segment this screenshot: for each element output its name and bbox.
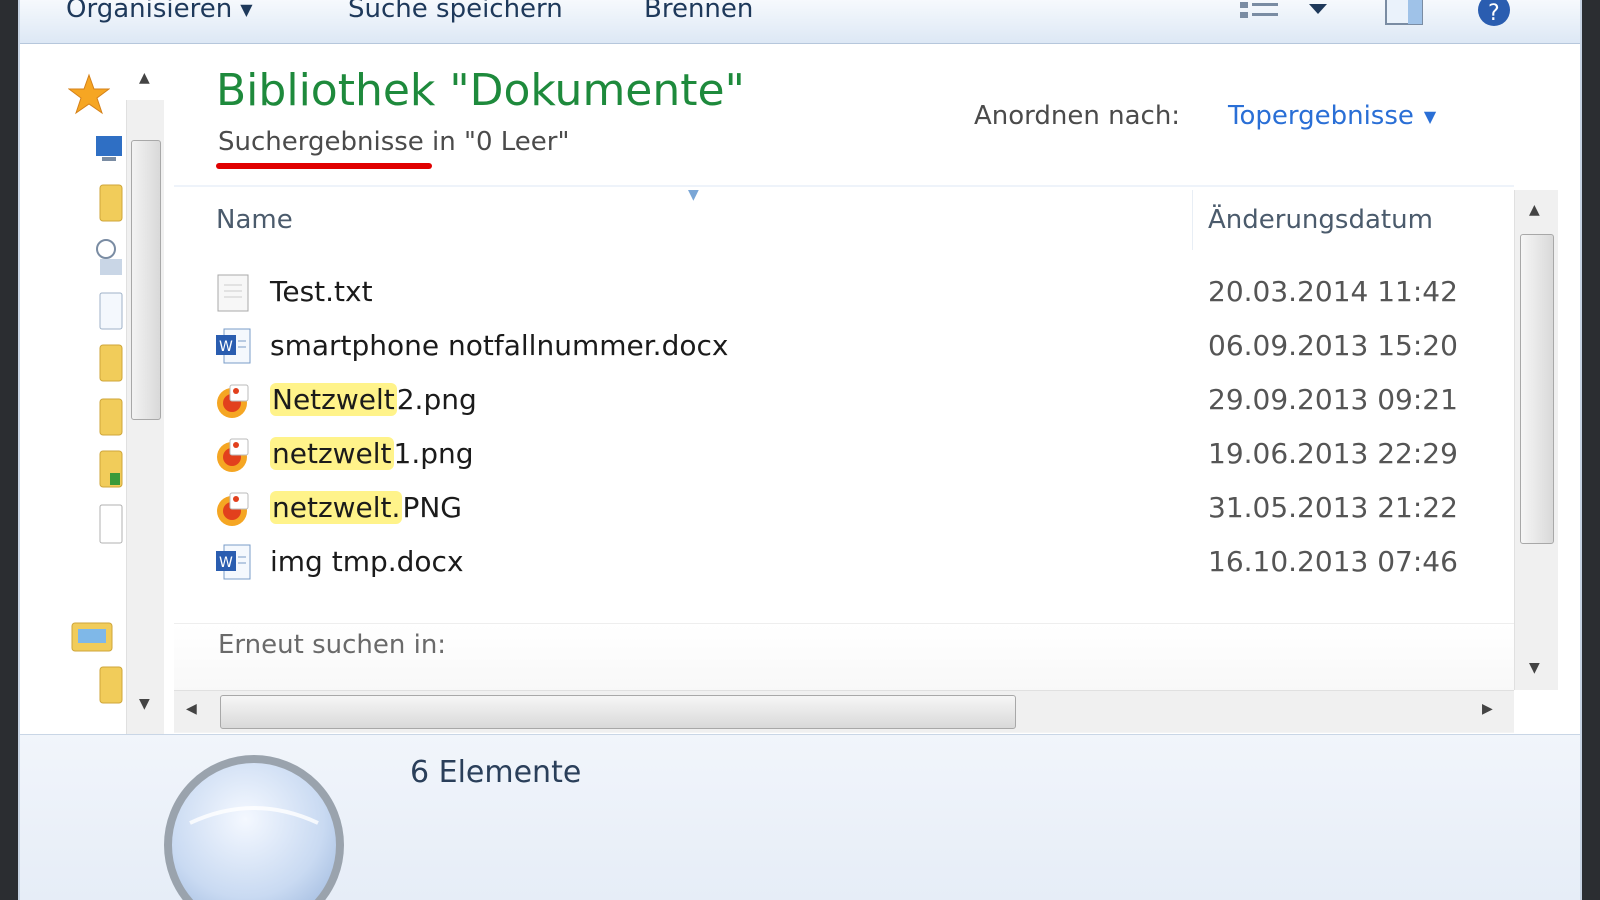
- recent-places-icon[interactable]: [94, 237, 124, 277]
- navigation-pane: ▲ ▼: [20, 45, 170, 780]
- image-file-icon: [214, 381, 254, 421]
- file-row[interactable]: Wsmartphone notfallnummer.docx 06.09.2013…: [214, 323, 1514, 373]
- save-search-button[interactable]: Suche speichern: [348, 0, 563, 27]
- file-list-pane: Bibliothek "Dokumente" Suchergebnisse in…: [174, 45, 1514, 735]
- arrange-by-label: Anordnen nach:: [974, 101, 1181, 131]
- vertical-scroll-thumb[interactable]: [1520, 234, 1554, 544]
- document-icon[interactable]: [98, 291, 124, 331]
- blank-page-icon[interactable]: [98, 503, 124, 545]
- image-file-icon: [214, 435, 254, 475]
- file-name-part: Test.txt: [270, 275, 373, 308]
- file-row[interactable]: Netzwelt2.png 29.09.2013 09:21: [214, 377, 1514, 427]
- horizontal-scroll-thumb[interactable]: [220, 695, 1016, 729]
- organize-button[interactable]: Organisieren ▼: [66, 0, 253, 27]
- column-header-name[interactable]: Name: [216, 205, 293, 235]
- file-row[interactable]: netzwelt1.png 19.06.2013 22:29: [214, 431, 1514, 481]
- search-hit-highlight: netzwelt: [270, 437, 394, 470]
- view-options-icon[interactable]: [1238, 0, 1282, 24]
- save-search-label: Suche speichern: [348, 0, 563, 24]
- file-name-part: PNG: [402, 491, 462, 524]
- command-bar: Organisieren ▼ Suche speichern Brennen ?: [20, 0, 1580, 44]
- sort-indicator-icon: ▼: [688, 187, 699, 203]
- help-icon[interactable]: ?: [1474, 0, 1514, 28]
- scroll-down-arrow-icon[interactable]: ▼: [139, 696, 150, 712]
- file-modified-date: 16.10.2013 07:46: [1208, 545, 1458, 578]
- file-name-part: 2.png: [396, 383, 477, 416]
- navigation-scrollbar[interactable]: ▲ ▼: [126, 70, 164, 780]
- file-name-part: 1.png: [393, 437, 474, 470]
- library-title: Bibliothek "Dokumente": [216, 65, 745, 116]
- file-row[interactable]: Wimg tmp.docx 16.10.2013 07:46: [214, 539, 1514, 589]
- svg-text:?: ?: [1488, 1, 1500, 26]
- search-magnifier-icon: [164, 755, 344, 900]
- folder-icon[interactable]: [98, 183, 124, 223]
- burn-label: Brennen: [644, 0, 754, 24]
- search-location: in "0 Leer": [423, 127, 570, 157]
- text-file-icon: [214, 273, 254, 313]
- svg-text:W: W: [219, 339, 233, 355]
- folder-icon[interactable]: [98, 397, 124, 437]
- svg-text:W: W: [219, 555, 233, 571]
- chevron-down-icon: ▼: [240, 0, 253, 19]
- column-header-date[interactable]: Änderungsdatum: [1208, 205, 1433, 235]
- file-name[interactable]: netzwelt1.png: [270, 437, 474, 470]
- scroll-right-arrow-icon[interactable]: ▶: [1482, 701, 1493, 717]
- folder-icon[interactable]: [98, 665, 124, 705]
- file-modified-date: 19.06.2013 22:29: [1208, 437, 1458, 470]
- scroll-down-arrow-icon[interactable]: ▼: [1529, 660, 1540, 676]
- search-hit-highlight: netzwelt.: [270, 491, 403, 524]
- vertical-scrollbar[interactable]: ▲ ▼: [1514, 190, 1558, 690]
- file-modified-date: 20.03.2014 11:42: [1208, 275, 1458, 308]
- file-name-part: img tmp.docx: [270, 545, 464, 578]
- file-name-part: smartphone notfallnummer.docx: [270, 329, 729, 362]
- favorites-star-icon[interactable]: [68, 73, 110, 115]
- folder-icon[interactable]: [98, 343, 124, 383]
- navigation-scroll-thumb[interactable]: [131, 140, 161, 420]
- burn-button[interactable]: Brennen: [644, 0, 753, 27]
- search-results-term[interactable]: Suchergebnisse: [218, 127, 424, 157]
- file-modified-date: 29.09.2013 09:21: [1208, 383, 1458, 416]
- library-subtitle: Suchergebnisse in "0 Leer": [218, 127, 569, 157]
- arrange-by-value: Topergebnisse: [1228, 101, 1414, 131]
- item-count: 6 Elemente: [410, 755, 582, 790]
- image-file-icon: [214, 489, 254, 529]
- organize-label: Organisieren: [66, 0, 233, 24]
- chevron-down-icon[interactable]: [1306, 0, 1330, 24]
- details-pane: 6 Elemente: [20, 734, 1580, 900]
- search-hit-highlight: Netzwelt: [270, 383, 397, 416]
- file-name[interactable]: Test.txt: [270, 275, 373, 308]
- file-name[interactable]: Netzwelt2.png: [270, 383, 477, 416]
- header-divider: [174, 185, 1514, 187]
- word-document-icon: W: [214, 327, 254, 367]
- libraries-icon[interactable]: [70, 615, 114, 655]
- desktop-icon[interactable]: [94, 133, 124, 163]
- preview-pane-icon[interactable]: [1382, 0, 1426, 28]
- horizontal-scrollbar[interactable]: ◀ ▶: [174, 690, 1514, 732]
- chevron-down-icon: ▼: [1423, 107, 1437, 126]
- word-document-icon: W: [214, 543, 254, 583]
- search-again-label: Erneut suchen in:: [218, 630, 447, 660]
- scroll-up-arrow-icon[interactable]: ▲: [139, 70, 150, 86]
- red-annotation-underline: [216, 163, 432, 169]
- scroll-up-arrow-icon[interactable]: ▲: [1529, 202, 1540, 218]
- column-separator[interactable]: [1192, 190, 1193, 250]
- file-row[interactable]: Test.txt 20.03.2014 11:42: [214, 269, 1514, 319]
- scroll-left-arrow-icon[interactable]: ◀: [186, 701, 197, 717]
- file-modified-date: 06.09.2013 15:20: [1208, 329, 1458, 362]
- explorer-window: Organisieren ▼ Suche speichern Brennen ?: [18, 0, 1582, 900]
- file-name[interactable]: netzwelt.PNG: [270, 491, 462, 524]
- arrange-by-dropdown[interactable]: Topergebnisse ▼: [1228, 101, 1436, 131]
- file-name[interactable]: smartphone notfallnummer.docx: [270, 329, 728, 362]
- file-row[interactable]: netzwelt.PNG 31.05.2013 21:22: [214, 485, 1514, 535]
- folder-icon[interactable]: [98, 449, 124, 489]
- file-modified-date: 31.05.2013 21:22: [1208, 491, 1458, 524]
- file-name[interactable]: img tmp.docx: [270, 545, 464, 578]
